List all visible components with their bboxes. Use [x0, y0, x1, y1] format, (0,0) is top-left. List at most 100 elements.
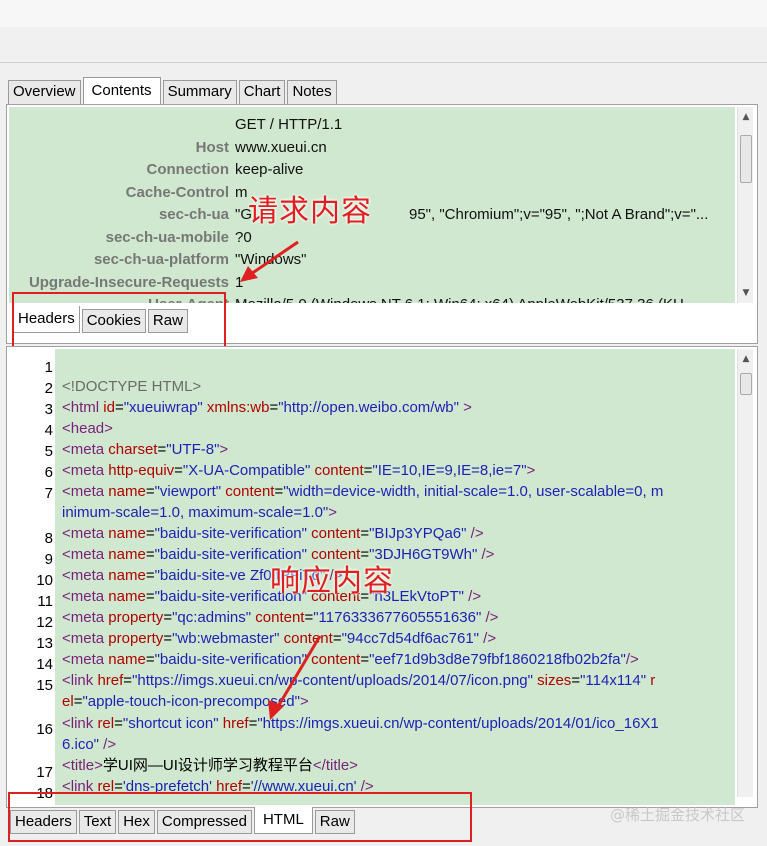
code-line: <meta charset="UTF-8"> — [62, 439, 228, 460]
code-token: rel — [97, 715, 115, 732]
line-number: 12 — [36, 614, 53, 631]
scroll-up-icon[interactable]: ▲ — [738, 351, 754, 367]
code-token: name — [108, 525, 146, 542]
code-token: "UTF-8" — [166, 441, 220, 458]
scroll-down-icon[interactable]: ▼ — [738, 285, 754, 301]
code-token: = — [114, 715, 123, 732]
inspector-tabbar: Overview Contents Summary Chart Notes — [8, 76, 339, 105]
line-number: 11 — [37, 593, 53, 610]
code-token: <head> — [62, 420, 113, 437]
code-token: property — [108, 630, 164, 647]
code-line: <meta http-equiv="X-UA-Compatible" conte… — [62, 460, 535, 481]
code-token: href — [97, 672, 124, 689]
code-token: "viewport" — [154, 483, 222, 500]
code-token: "shortcut icon" — [122, 715, 219, 732]
code-token: > — [526, 462, 536, 479]
response-callout: 响应内容 — [270, 564, 394, 599]
code-token: <meta — [62, 588, 109, 605]
line-number: 17 — [36, 764, 53, 781]
code-token: /> — [477, 546, 495, 563]
tab-chart[interactable]: Chart — [238, 80, 286, 104]
line-number: 7 — [44, 485, 53, 502]
header-row: sec-ch-ua "G 95", "Chromium";v="95", ";N… — [9, 204, 735, 226]
scroll-thumb[interactable] — [740, 373, 752, 395]
code-line: inimum-scale=1.0, maximum-scale=1.0"> — [62, 502, 337, 523]
scroll-thumb[interactable] — [740, 135, 752, 183]
code-token: "114x114" — [580, 672, 647, 689]
code-token: /> — [479, 630, 497, 647]
code-token: = — [163, 609, 173, 626]
line-number-gutter: 1 2 3 4 5 6 7 8 9 10 11 12 13 14 15 16 1… — [9, 349, 55, 805]
code-token: = — [114, 399, 124, 416]
tab-contents[interactable]: Contents — [82, 77, 161, 105]
code-token: = — [145, 588, 155, 605]
code-token: /> — [481, 609, 499, 626]
tab-summary[interactable]: Summary — [162, 80, 237, 104]
request-line: GET / HTTP/1.1 — [9, 114, 735, 136]
code-token: "X-UA-Compatible" — [182, 462, 311, 479]
code-token: "width=device-width, initial-scale=1.0, … — [283, 483, 664, 500]
header-row: sec-ch-ua-platform "Windows" — [9, 249, 735, 271]
code-token: sizes — [532, 672, 572, 689]
code-line: <meta property="qc:admins" content="1176… — [62, 607, 498, 628]
line-number: 6 — [44, 464, 53, 481]
code-token: = — [274, 483, 284, 500]
code-token: > — [458, 399, 472, 416]
response-html-view: <!DOCTYPE HTML> <html id="xueuiwrap" xmln… — [55, 349, 735, 805]
request-scrollbar[interactable]: ▲ ▼ — [737, 107, 753, 303]
code-token: = — [145, 483, 155, 500]
response-scrollbar[interactable]: ▲ — [737, 349, 753, 797]
code-line: <!DOCTYPE HTML> — [62, 376, 201, 397]
code-token: "BIJp3YPQa6" — [369, 525, 467, 542]
line-number: 8 — [44, 530, 53, 547]
request-tabs-highlight — [12, 292, 226, 348]
request-arrow-icon — [240, 240, 299, 282]
line-number: 3 — [44, 401, 53, 418]
header-row: Connection keep-alive — [9, 159, 735, 181]
response-arrow-icon — [268, 635, 322, 720]
code-token: </title> — [312, 757, 358, 774]
code-token: inimum-scale=1.0, maximum-scale=1.0" — [62, 504, 329, 521]
scroll-up-icon[interactable]: ▲ — [738, 109, 754, 125]
code-token: <meta — [62, 630, 109, 647]
code-token: = — [145, 651, 155, 668]
code-token: /> — [463, 588, 482, 605]
code-token: 学UI网—UI设计师学习教程平台 — [102, 757, 313, 774]
code-token: = — [145, 525, 155, 542]
watermark: @稀土掘金技术社区 — [609, 806, 745, 824]
code-token: = — [332, 630, 342, 647]
code-token: = — [145, 567, 155, 584]
code-token: /> — [99, 736, 117, 753]
toolbar-strip — [0, 27, 767, 63]
code-token: /> — [466, 525, 484, 542]
line-number: 2 — [44, 380, 53, 397]
code-token: <link — [62, 672, 98, 689]
code-token: http-equiv — [108, 462, 175, 479]
code-token: "qc:admins" — [172, 609, 252, 626]
header-row: Cache-Control m — [9, 182, 735, 204]
code-line: <meta name="viewport" content="width=dev… — [62, 481, 663, 502]
code-token: name — [108, 546, 146, 563]
code-token: "1176333677605551636" — [313, 609, 482, 626]
code-token: "https://imgs.xueui.cn/wp-content/upload… — [132, 672, 533, 689]
code-token: property — [108, 609, 164, 626]
request-first-line: GET / HTTP/1.1 — [235, 116, 343, 133]
line-number: 9 — [44, 551, 53, 568]
code-token: "baidu-site-verification" — [154, 525, 307, 542]
code-token: <meta — [62, 567, 109, 584]
code-token: <meta — [62, 651, 109, 668]
code-token: content — [251, 609, 305, 626]
tab-notes[interactable]: Notes — [287, 80, 337, 104]
line-number: 15 — [36, 677, 53, 694]
line-number: 10 — [36, 572, 53, 589]
line-number: 1 — [44, 359, 53, 376]
header-key: sec-ch-ua-platform — [93, 251, 229, 268]
code-token: "xueuiwrap" — [123, 399, 203, 416]
code-token: r — [646, 672, 656, 689]
header-value: Mozilla/5.0 (Windows NT 6.1; Win64; x64)… — [235, 294, 684, 303]
tab-overview[interactable]: Overview — [8, 80, 81, 104]
code-line: 6.ico" /> — [62, 734, 116, 755]
code-token: <meta — [62, 525, 109, 542]
code-token: = — [269, 399, 279, 416]
line-number: 4 — [44, 422, 53, 439]
